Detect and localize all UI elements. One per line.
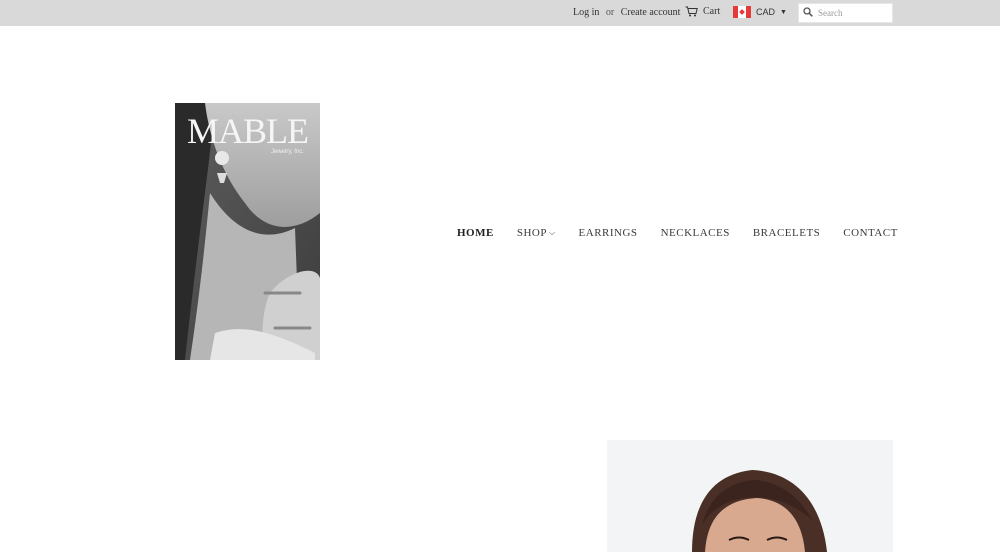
or-separator: or xyxy=(605,7,615,18)
nav-item-shop-label: SHOP xyxy=(516,227,547,239)
cart-link[interactable]: Cart xyxy=(685,6,720,17)
model-photo xyxy=(607,440,893,552)
canada-flag-icon xyxy=(733,6,751,18)
hero-image[interactable] xyxy=(607,440,893,552)
chevron-down-icon: ⌵ xyxy=(548,228,556,237)
top-utility-bar: Log in or Create account Cart CAD ▼ xyxy=(0,0,1000,26)
nav-item-contact[interactable]: CONTACT xyxy=(843,227,898,239)
logo-subtitle: Jewelry, Inc. xyxy=(271,149,304,155)
create-account-link[interactable]: Create account xyxy=(621,7,681,18)
nav-item-home[interactable]: HOME xyxy=(457,227,494,239)
cart-label: Cart xyxy=(703,6,721,17)
nav-item-necklaces[interactable]: NECKLACES xyxy=(661,227,730,239)
cart-icon xyxy=(685,6,698,17)
currency-label: CAD xyxy=(756,7,776,17)
search-icon xyxy=(803,4,813,22)
main-navigation: HOME SHOP ⌵ EARRINGS NECKLACES BRACELETS… xyxy=(457,227,898,239)
nav-item-bracelets[interactable]: BRACELETS xyxy=(753,227,820,239)
nav-item-shop[interactable]: SHOP ⌵ xyxy=(517,227,556,239)
brand-logo[interactable]: MABLE Jewelry, Inc. xyxy=(175,103,320,360)
currency-selector[interactable]: CAD ▼ xyxy=(733,6,787,18)
login-link[interactable]: Log in xyxy=(573,7,599,18)
nav-item-earrings[interactable]: EARRINGS xyxy=(579,227,638,239)
logo-wordmark: MABLE xyxy=(187,111,309,151)
account-links: Log in or Create account xyxy=(573,7,680,18)
caret-down-icon: ▼ xyxy=(780,8,787,16)
search-input[interactable] xyxy=(818,8,890,18)
search-box[interactable] xyxy=(798,3,893,23)
